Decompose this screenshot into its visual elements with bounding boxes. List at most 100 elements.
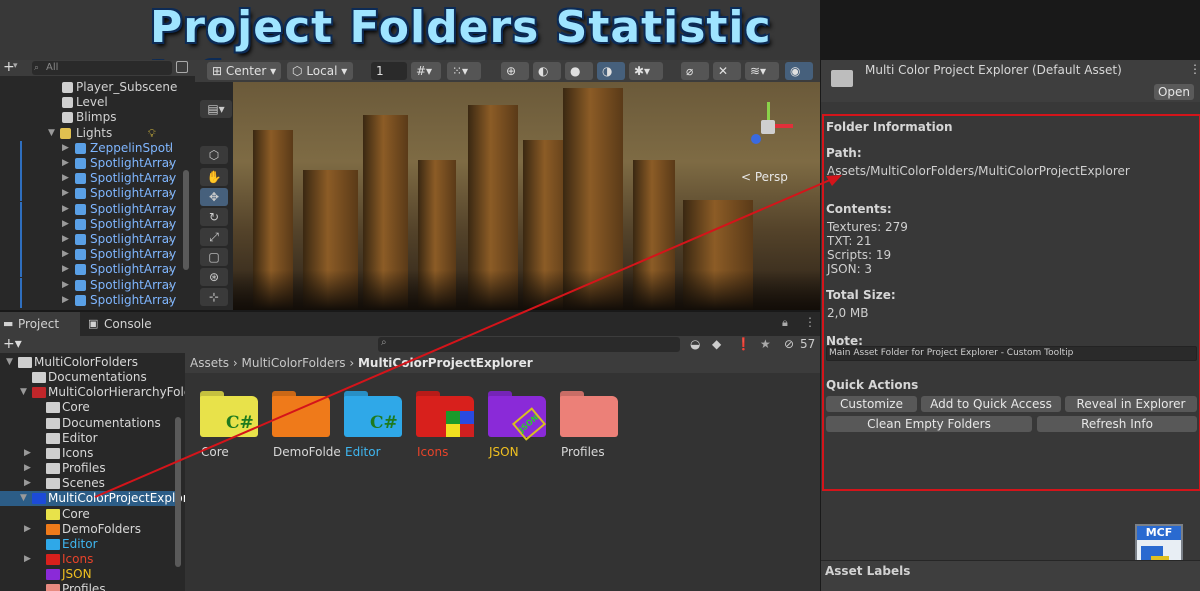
lighting-toggle-button[interactable]: ⌀ — [681, 62, 709, 80]
chevron-right-icon[interactable]: › — [168, 262, 172, 277]
scene-view[interactable]: < Persp — [233, 82, 820, 310]
hierarchy-item[interactable]: ▶ SpotlightArray › — [0, 171, 180, 187]
view-options-button[interactable]: ▤▾ — [200, 100, 232, 118]
tree-item[interactable]: ▼ MultiColorFolders — [0, 355, 175, 370]
expand-arrow-icon[interactable]: ▶ — [62, 247, 69, 262]
gizmo-y-axis-icon[interactable] — [767, 102, 770, 120]
expand-arrow-icon[interactable]: ▶ — [24, 476, 31, 491]
breadcrumb-item[interactable]: Assets — [190, 356, 229, 370]
tree-item[interactable]: Documentations — [0, 416, 175, 431]
clean-empty-folders-button[interactable]: Clean Empty Folders — [826, 416, 1032, 432]
note-field[interactable]: Main Asset Folder for Project Explorer -… — [826, 346, 1197, 361]
space-dropdown[interactable]: ⬡ Local ▾ — [287, 62, 353, 80]
tree-item[interactable]: JSON — [0, 567, 175, 582]
view-tool-icon[interactable]: ⬡ — [200, 146, 228, 164]
tree-item[interactable]: ▶ Icons — [0, 552, 175, 567]
expand-arrow-icon[interactable]: ▶ — [62, 202, 69, 217]
expand-arrow-icon[interactable]: ▶ — [24, 522, 31, 537]
asset-labels-header[interactable]: Asset Labels — [821, 560, 1200, 591]
hierarchy-item[interactable]: Player_Subscene — [0, 80, 180, 95]
scale-tool-icon[interactable]: ⤢ — [200, 228, 228, 246]
breadcrumb-current[interactable]: MultiColorProjectExplorer — [358, 356, 533, 370]
chevron-right-icon[interactable]: › — [168, 171, 172, 186]
hierarchy-item[interactable]: ▶ SpotlightArray › — [0, 292, 180, 308]
tree-item[interactable]: ▶ Scenes — [0, 476, 175, 491]
grid-snap-button[interactable]: #▾ — [411, 62, 441, 80]
snap-input[interactable]: 1 — [371, 62, 407, 80]
persp-label[interactable]: < Persp — [741, 170, 788, 184]
chevron-right-icon[interactable]: › — [168, 141, 172, 156]
effects-dropdown[interactable]: ≋▾ — [745, 62, 779, 80]
expand-arrow-icon[interactable]: ▼ — [20, 385, 27, 400]
tab-project[interactable]: ▬ Project — [0, 312, 80, 336]
search-by-label-icon[interactable]: ◆ — [712, 337, 721, 351]
hierarchy-search-input[interactable]: ⌕ All — [32, 61, 172, 75]
hierarchy-item[interactable]: Level — [0, 95, 180, 110]
expand-arrow-icon[interactable]: ▼ — [20, 491, 27, 506]
more-options-icon[interactable]: ⋮ — [1189, 62, 1200, 76]
folder-tile-label[interactable]: Profiles — [561, 445, 636, 459]
scene-gizmo[interactable] — [743, 102, 793, 162]
expand-arrow-icon[interactable]: ▶ — [62, 217, 69, 232]
favorites-icon[interactable]: ★ — [760, 337, 771, 351]
project-search-input[interactable]: ⌕ — [378, 337, 680, 352]
hierarchy-item[interactable]: ▼ Lights 💡︎ — [0, 126, 180, 141]
tree-item[interactable]: Core — [0, 507, 175, 522]
expand-arrow-icon[interactable]: ▶ — [24, 461, 31, 476]
expand-arrow-icon[interactable]: ▶ — [62, 278, 69, 293]
hierarchy-scrollbar[interactable] — [183, 170, 189, 270]
more-options-icon[interactable]: ⋮ — [804, 315, 816, 329]
expand-arrow-icon[interactable]: ▶ — [62, 262, 69, 277]
tree-scrollbar[interactable] — [175, 417, 181, 567]
custom-tool-icon[interactable]: ⊹ — [200, 288, 228, 306]
rect-tool-icon[interactable]: ▢ — [200, 248, 228, 266]
folder-tile-label[interactable]: DemoFolde — [273, 445, 348, 459]
expand-arrow-icon[interactable]: ▶ — [62, 141, 69, 156]
hierarchy-item[interactable]: ▶ SpotlightArray › — [0, 232, 180, 247]
gizmo-cube-icon[interactable] — [761, 120, 775, 134]
move-tool-icon[interactable]: ✥ — [200, 188, 228, 206]
tree-item[interactable]: ▶ Icons — [0, 446, 175, 461]
hierarchy-item[interactable]: ▶ ZeppelinSpotl › — [0, 140, 180, 156]
hierarchy-item[interactable]: ▶ SpotlightArray › — [0, 277, 180, 293]
gizmo-x-axis-icon[interactable] — [775, 124, 793, 128]
tree-item[interactable]: Profiles — [0, 582, 175, 591]
hierarchy-item[interactable]: ▶ SpotlightArray › — [0, 201, 180, 217]
tree-item[interactable]: ▼ MultiColorHierarchyFolde — [0, 385, 185, 400]
expand-arrow-icon[interactable]: ▶ — [24, 446, 31, 461]
transform-tool-icon[interactable]: ⊛ — [200, 268, 228, 286]
folder-tile[interactable]: C# — [344, 391, 404, 443]
warning-filter-icon[interactable]: ❗ — [736, 337, 751, 351]
folder-tile-label[interactable]: Editor — [345, 445, 420, 459]
tab-console[interactable]: ▣ Console — [86, 312, 176, 336]
lit-mode-button[interactable]: ◑ — [597, 62, 625, 80]
hierarchy-item[interactable]: Blimps — [0, 110, 180, 125]
folder-tile-label[interactable]: JSON — [489, 445, 564, 459]
tree-item[interactable]: Documentations — [0, 370, 175, 385]
hierarchy-item[interactable]: ▶ SpotlightArray › — [0, 247, 180, 263]
tree-item[interactable]: ▶ DemoFolders — [0, 522, 175, 537]
expand-arrow-icon[interactable]: ▶ — [62, 171, 69, 186]
hierarchy-item[interactable]: ▶ SpotlightArray › — [0, 156, 180, 171]
chevron-right-icon[interactable]: › — [168, 278, 172, 293]
chevron-right-icon[interactable]: › — [168, 186, 172, 201]
hierarchy-item[interactable]: ▶ SpotlightArray › — [0, 262, 180, 278]
tree-item[interactable]: ▼ MultiColorProjectExplor — [0, 491, 185, 507]
hidden-packages-icon[interactable]: ⊘ — [784, 337, 794, 351]
expand-arrow-icon[interactable]: ▶ — [62, 232, 69, 247]
hand-tool-icon[interactable]: ✋ — [200, 168, 228, 186]
audio-toggle-button[interactable]: ✕ — [713, 62, 741, 80]
chevron-right-icon[interactable]: › — [168, 202, 172, 217]
expand-arrow-icon[interactable]: ▶ — [62, 186, 69, 201]
expand-arrow-icon[interactable]: ▶ — [62, 293, 69, 308]
search-options-icon[interactable] — [176, 61, 188, 73]
tree-item[interactable]: Editor — [0, 431, 175, 446]
chevron-right-icon[interactable]: › — [168, 156, 172, 171]
expand-arrow-icon[interactable]: ▼ — [6, 355, 13, 370]
folder-tile[interactable]: JSON — [488, 391, 548, 443]
chevron-right-icon[interactable]: › — [168, 217, 172, 232]
gizmo-z-axis-icon[interactable] — [751, 134, 761, 144]
scene-visibility-button[interactable]: ◉ — [785, 62, 813, 80]
shaded-button[interactable]: ● — [565, 62, 593, 80]
rotate-tool-icon[interactable]: ↻ — [200, 208, 228, 226]
